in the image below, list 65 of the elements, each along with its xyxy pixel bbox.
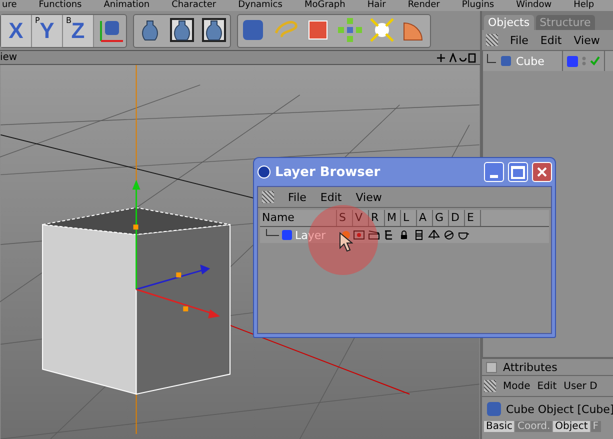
close-button[interactable] [532, 162, 552, 182]
axis-lock-button[interactable]: X [1, 15, 32, 47]
checkmark-icon[interactable] [590, 56, 600, 66]
menu-item[interactable]: Plugins [462, 0, 494, 11]
y-axis-arrow[interactable] [132, 180, 140, 290]
viewport-navigation-icon[interactable] [436, 52, 476, 62]
column-header[interactable]: E [464, 210, 480, 226]
window-title: Layer Browser [275, 164, 382, 180]
menu-item[interactable]: Functions [38, 0, 82, 11]
menu-item[interactable]: MoGraph [304, 0, 346, 11]
column-header[interactable]: M [384, 210, 400, 226]
hierarchy-icon[interactable] [383, 230, 395, 240]
column-header[interactable]: G [432, 210, 448, 226]
column-header[interactable]: R [368, 210, 384, 226]
lock-icon[interactable] [398, 230, 410, 240]
generator-icon[interactable] [428, 230, 440, 240]
cube-icon [500, 55, 512, 67]
panel-title: Attributes [503, 360, 558, 374]
attribute-tab[interactable]: Basic [484, 421, 514, 432]
scale-handle[interactable] [183, 306, 188, 312]
film-strip-icon[interactable] [413, 230, 425, 240]
menu-item[interactable]: Hair [367, 0, 386, 11]
menu-item[interactable]: Mode [503, 380, 530, 392]
menu-item[interactable]: Render [408, 0, 440, 11]
attribute-tab[interactable]: Object [553, 421, 590, 432]
sphere-icon [257, 165, 271, 179]
menu-item[interactable]: Window [516, 0, 552, 11]
menu-item[interactable]: Character [172, 0, 216, 11]
maximize-button[interactable] [508, 162, 528, 182]
menu-item[interactable]: Animation [104, 0, 150, 11]
deformer-icon[interactable] [443, 230, 455, 240]
scale-handle[interactable] [133, 224, 138, 230]
column-header[interactable]: L [400, 210, 416, 226]
menu-item[interactable]: View [574, 34, 600, 46]
menu-item[interactable]: Edit [540, 34, 562, 46]
menu-item[interactable]: View [356, 190, 382, 204]
menu-item[interactable]: ure [2, 0, 17, 11]
column-header[interactable]: A [416, 210, 432, 226]
z-axis-arrow[interactable] [136, 264, 210, 290]
menu-item[interactable]: User D [564, 380, 598, 392]
grip-icon[interactable] [486, 34, 498, 46]
column-header[interactable]: D [448, 210, 464, 226]
scale-handle[interactable] [176, 272, 182, 278]
grip-icon[interactable] [484, 380, 496, 392]
grip-icon[interactable] [262, 191, 274, 203]
layer-color-swatch[interactable] [282, 230, 292, 240]
menu-item[interactable]: File [510, 34, 528, 46]
column-header[interactable]: Name [260, 210, 336, 226]
close-icon [537, 167, 547, 177]
cube-model[interactable] [42, 207, 231, 395]
mouse-pointer-icon [339, 232, 353, 252]
layer-color-swatch[interactable] [567, 56, 578, 66]
minimize-button[interactable] [484, 162, 504, 182]
visibility-dots-icon[interactable] [582, 56, 586, 66]
viewport-title: iew [0, 52, 18, 63]
menu-item[interactable]: File [288, 190, 306, 204]
menu-item[interactable]: Help [574, 0, 594, 11]
cup-icon[interactable] [458, 230, 470, 240]
panel-icon [486, 362, 497, 372]
menu-item[interactable]: Edit [537, 380, 557, 392]
object-title: Cube Object [Cube] [506, 402, 613, 416]
cube-icon [486, 401, 502, 417]
menu-item[interactable]: Edit [320, 190, 342, 204]
menu-item[interactable]: Dynamics [238, 0, 282, 11]
clapperboard-icon[interactable] [368, 230, 380, 240]
